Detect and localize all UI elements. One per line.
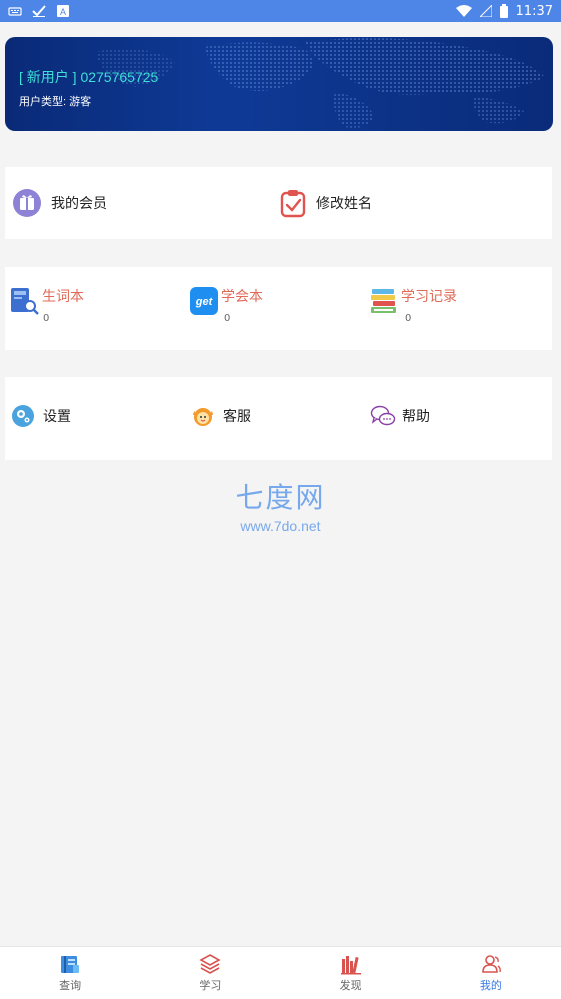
clipboard-check-icon xyxy=(280,190,306,218)
help-label: 帮助 xyxy=(402,408,430,424)
keyboard-icon xyxy=(8,7,22,16)
wifi-icon xyxy=(455,5,472,17)
settings-gear-icon xyxy=(12,405,34,427)
app-a-icon: A xyxy=(57,5,69,17)
book-stack-icon xyxy=(371,289,396,313)
tab-discover-label: 发现 xyxy=(339,980,362,992)
new-words-book-button[interactable]: 生词本 xyxy=(9,286,84,316)
clock: 11:37 xyxy=(515,3,553,19)
watermark: 七度网 www.7do.net xyxy=(0,476,561,534)
customer-service-label: 客服 xyxy=(223,408,251,424)
learned-count: 0 xyxy=(224,313,231,324)
change-name-button[interactable]: 修改姓名 xyxy=(278,188,372,218)
users-icon xyxy=(482,955,501,973)
learned-book-label: 学会本 xyxy=(221,288,263,304)
support-card: 设置 客服 帮助 xyxy=(5,377,552,460)
tab-mine[interactable]: 我的 xyxy=(421,947,561,999)
settings-label: 设置 xyxy=(43,408,71,424)
account-card: 我的会员 修改姓名 xyxy=(5,167,552,239)
tab-search-label: 查询 xyxy=(59,980,82,992)
get-icon: get xyxy=(190,287,218,315)
battery-icon xyxy=(499,4,508,18)
customer-service-button[interactable]: 客服 xyxy=(191,404,251,428)
check-download-icon xyxy=(32,5,46,17)
help-button[interactable]: 帮助 xyxy=(370,404,430,428)
user-type: 用户类型: 游客 xyxy=(19,96,92,108)
membership-icon xyxy=(13,189,41,217)
tab-study-label: 学习 xyxy=(199,980,222,992)
status-bar: A 11:37 xyxy=(0,0,561,22)
change-name-label: 修改姓名 xyxy=(316,195,372,211)
user-banner[interactable]: [ 新用户 ] 0275765725 用户类型: 游客 xyxy=(5,37,553,131)
my-membership-label: 我的会员 xyxy=(51,195,107,211)
new-words-book-label: 生词本 xyxy=(42,288,84,304)
study-record-button[interactable]: 学习记录 xyxy=(369,286,457,316)
svg-text:get: get xyxy=(195,296,214,308)
signal-icon xyxy=(479,5,492,17)
study-record-count: 0 xyxy=(405,313,412,324)
search-book-icon xyxy=(61,956,80,973)
tab-search[interactable]: 查询 xyxy=(0,947,140,999)
study-record-label: 学习记录 xyxy=(401,288,457,304)
new-words-count: 0 xyxy=(43,313,50,324)
my-membership-button[interactable]: 我的会员 xyxy=(12,188,107,218)
word-book-search-icon xyxy=(11,288,39,315)
settings-button[interactable]: 设置 xyxy=(11,404,71,428)
tab-study[interactable]: 学习 xyxy=(140,947,280,999)
watermark-title: 七度网 xyxy=(235,481,326,514)
vocabulary-card: 生词本 0 get 学会本 0 学习记录 0 xyxy=(5,267,552,350)
books-shelf-icon xyxy=(340,956,361,975)
tab-discover[interactable]: 发现 xyxy=(281,947,421,999)
chat-bubbles-icon xyxy=(370,405,396,426)
layers-icon xyxy=(199,954,222,974)
bottom-tab-bar: 查询 学习 发现 我的 xyxy=(0,946,561,999)
learned-book-button[interactable]: get 学会本 xyxy=(189,286,263,316)
customer-service-icon xyxy=(193,408,213,426)
svg-text:A: A xyxy=(60,7,66,17)
user-id: [ 新用户 ] 0275765725 xyxy=(19,69,159,85)
watermark-url: www.7do.net xyxy=(240,518,321,534)
tab-mine-label: 我的 xyxy=(479,980,502,992)
